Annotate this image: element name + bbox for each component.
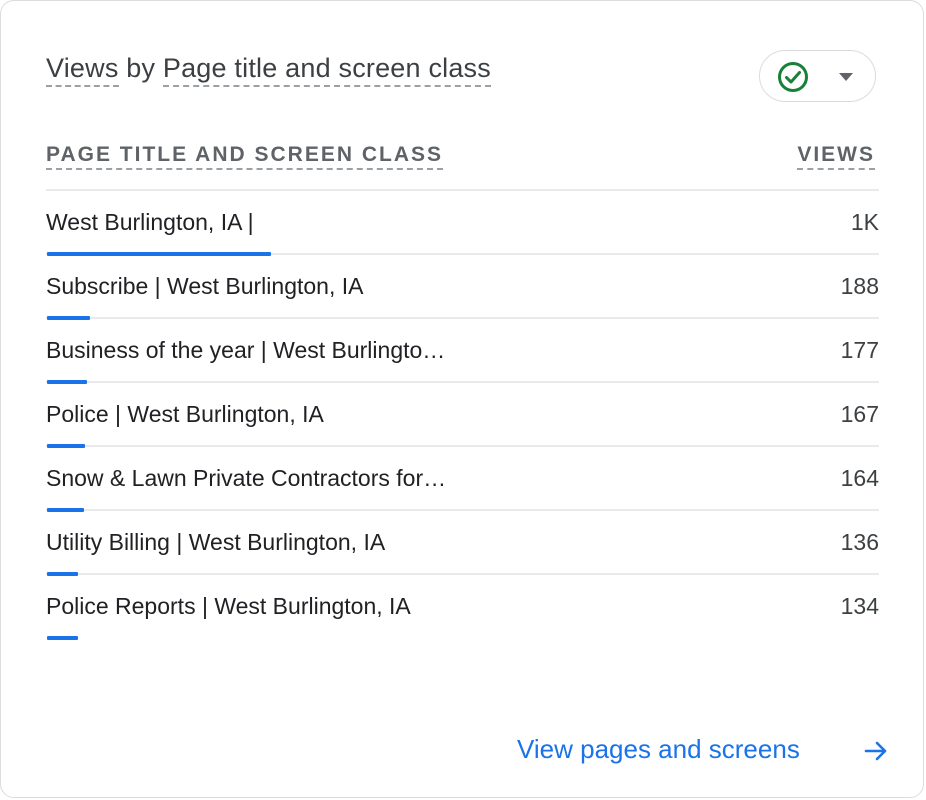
column-header-page-title[interactable]: PAGE TITLE AND SCREEN CLASS: [46, 143, 444, 170]
view-pages-and-screens-link[interactable]: View pages and screens: [517, 734, 800, 765]
row-label: Utility Billing | West Burlington, IA: [46, 529, 386, 555]
row-label: Business of the year | West Burlingto…: [46, 337, 446, 363]
views-by-page-title-card: Views by Page title and screen class PAG…: [0, 0, 924, 798]
row-value: 1K: [850, 209, 879, 235]
row-label: Snow & Lawn Private Contractors for…: [46, 465, 447, 491]
dimension-label[interactable]: Page title and screen class: [162, 53, 491, 87]
title-by-text: by: [118, 53, 163, 83]
table-body: West Burlington, IA | 1K Subscribe | Wes…: [46, 191, 879, 640]
row-value: 167: [840, 401, 879, 427]
row-label: West Burlington, IA |: [46, 209, 254, 235]
row-value: 164: [840, 465, 879, 491]
arrow-right-icon[interactable]: [863, 738, 889, 764]
table-row[interactable]: Police | West Burlington, IA 167: [46, 383, 879, 448]
metric-label[interactable]: Views: [46, 53, 119, 87]
table-row[interactable]: Police Reports | West Burlington, IA 134: [46, 575, 879, 640]
column-header-views-label: VIEWS: [797, 143, 875, 170]
row-value: 188: [840, 273, 879, 299]
table-row[interactable]: Snow & Lawn Private Contractors for… 164: [46, 447, 879, 512]
table-row[interactable]: Business of the year | West Burlingto… 1…: [46, 319, 879, 384]
column-header-page-title-label: PAGE TITLE AND SCREEN CLASS: [46, 143, 444, 170]
column-header-views[interactable]: VIEWS: [797, 143, 875, 170]
table-row[interactable]: West Burlington, IA | 1K: [46, 191, 879, 256]
row-value: 134: [840, 593, 879, 619]
row-value: 177: [840, 337, 879, 363]
row-bar: [47, 636, 78, 640]
row-label: Subscribe | West Burlington, IA: [46, 273, 364, 299]
card-title: Views by Page title and screen class: [46, 53, 491, 87]
row-label: Police Reports | West Burlington, IA: [46, 593, 411, 619]
row-label: Police | West Burlington, IA: [46, 401, 324, 427]
caret-down-icon: [839, 73, 853, 81]
table-row[interactable]: Utility Billing | West Burlington, IA 13…: [46, 511, 879, 576]
table-row[interactable]: Subscribe | West Burlington, IA 188: [46, 255, 879, 320]
check-circle-icon: [778, 62, 808, 92]
row-value: 136: [840, 529, 879, 555]
data-quality-status-dropdown[interactable]: [759, 50, 876, 102]
